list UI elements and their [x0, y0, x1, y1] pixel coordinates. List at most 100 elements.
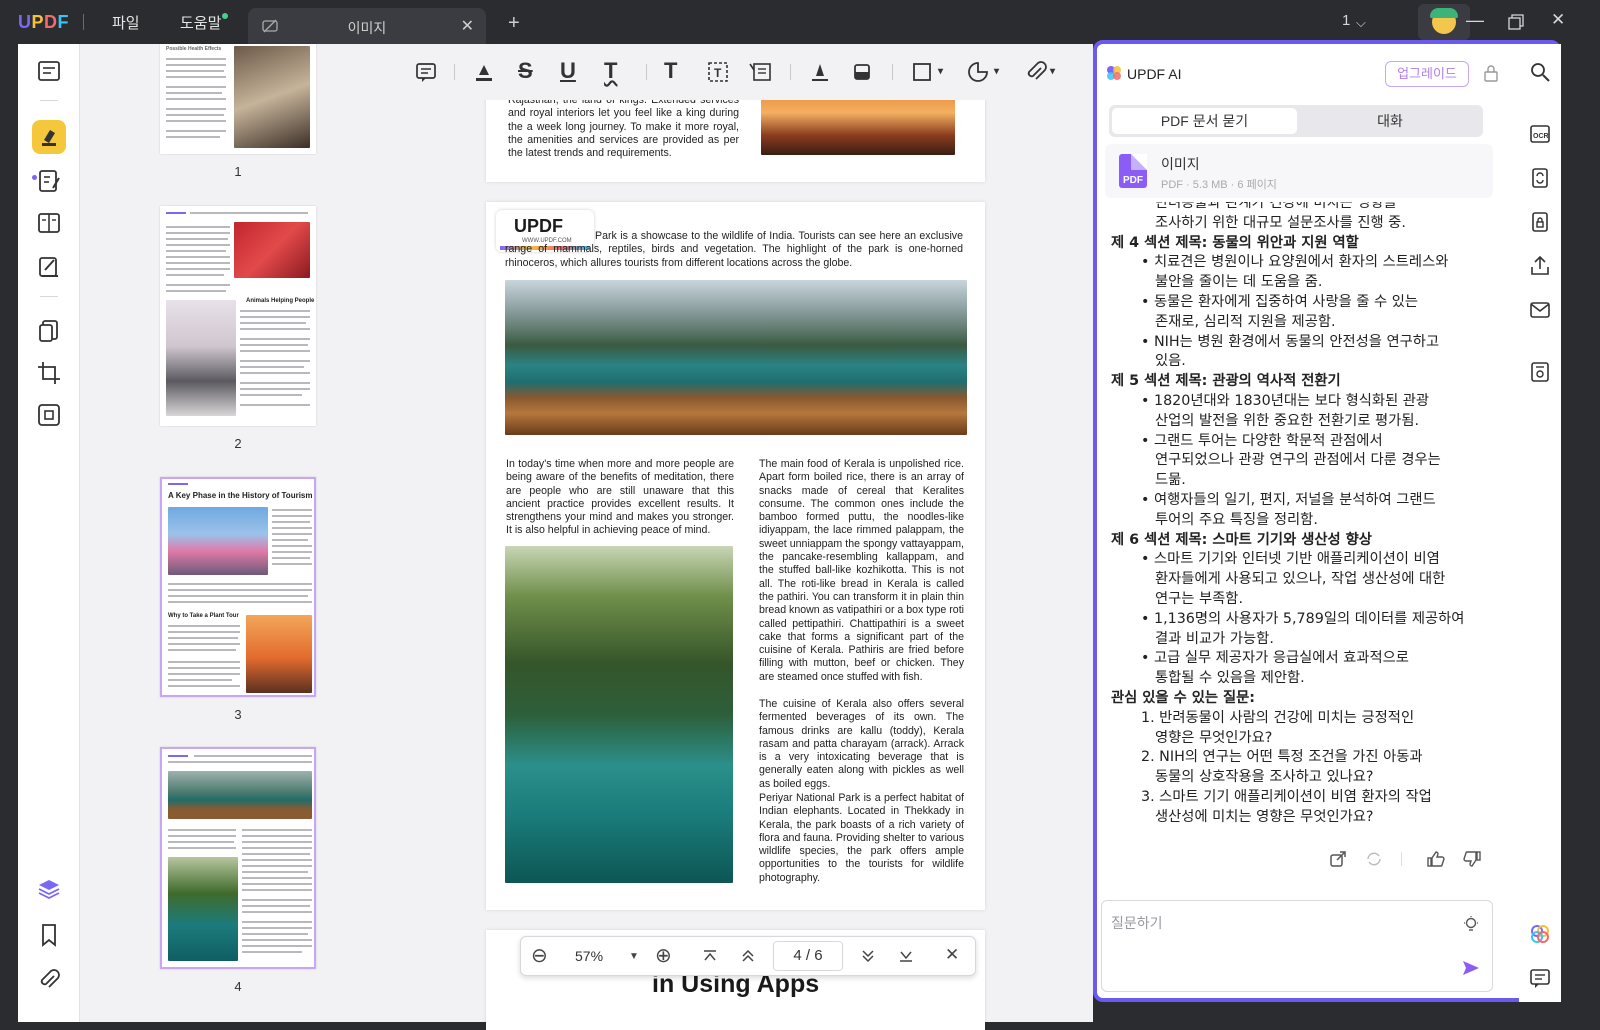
previous-page-icon[interactable] — [741, 949, 755, 963]
highlighter-icon[interactable] — [36, 124, 62, 150]
close-icon[interactable]: ✕ — [945, 945, 959, 965]
chevron-down-icon[interactable]: ▼ — [629, 951, 639, 962]
next-page-icon[interactable] — [861, 949, 875, 963]
gift-dog-image — [234, 222, 310, 278]
ai-response-line: 통합될 수 있음을 제안함. — [1155, 670, 1305, 687]
tab-chat[interactable]: 대화 — [1299, 108, 1481, 134]
crop-icon[interactable] — [36, 360, 62, 386]
close-window-icon[interactable]: ✕ — [1551, 10, 1565, 30]
minimize-icon[interactable]: — — [1466, 10, 1484, 31]
lightbulb-icon[interactable] — [1462, 915, 1480, 933]
havana-image — [168, 507, 268, 575]
bookmark-icon[interactable] — [36, 922, 62, 948]
svg-text:OCR: OCR — [1533, 133, 1549, 140]
chevron-down-icon[interactable]: ▾ — [1050, 66, 1055, 77]
save-icon[interactable] — [1528, 360, 1552, 384]
close-icon[interactable]: ✕ — [461, 16, 474, 36]
ai-response-line: • 치료견은 병원이나 요양원에서 환자의 스트레스와 — [1141, 254, 1449, 271]
user-count: 1 — [1342, 12, 1351, 29]
organize-pages-icon[interactable] — [36, 210, 62, 236]
stamp-icon[interactable] — [966, 60, 990, 84]
ai-response-line: 연구되었으나 관광 연구의 관점에서 다룬 경우는 — [1155, 452, 1441, 469]
updf-ai-icon[interactable] — [1528, 922, 1552, 946]
restore-icon[interactable] — [1508, 14, 1524, 30]
page-thumbnail-4[interactable] — [160, 747, 316, 969]
page-number-field[interactable]: 4 / 6 — [773, 941, 843, 971]
ai-file-card[interactable]: PDF 이미지 PDF · 5.3 MB · 6 페이지 — [1105, 144, 1493, 198]
divider — [40, 296, 58, 297]
email-icon[interactable] — [1528, 298, 1552, 322]
edit-pdf-icon[interactable] — [36, 168, 62, 194]
ai-response-line: 연구는 부족함. — [1155, 591, 1244, 607]
chevron-down-icon[interactable]: ▾ — [938, 66, 943, 77]
zoom-level[interactable]: 57% — [575, 948, 603, 964]
lock-icon[interactable] — [1483, 64, 1499, 82]
share-icon[interactable] — [1528, 254, 1552, 278]
upgrade-button[interactable]: 업그레이드 — [1385, 61, 1469, 87]
divider — [40, 100, 58, 101]
question-input[interactable]: 질문하기 — [1101, 900, 1493, 992]
sticky-note-icon[interactable] — [414, 60, 438, 84]
fill-sign-icon[interactable] — [36, 254, 62, 280]
ai-response-line: • 1,136명의 사용자가 5,789일의 데이터를 제공하여 — [1141, 610, 1465, 627]
file-name: 이미지 — [1161, 156, 1200, 172]
first-page-icon[interactable] — [703, 949, 717, 963]
text-icon[interactable]: T — [664, 58, 677, 84]
divider — [1401, 852, 1402, 866]
menu-help[interactable]: 도움말 — [180, 12, 221, 33]
tab-ask-pdf[interactable]: PDF 문서 묻기 — [1112, 108, 1297, 134]
left-toolbar — [18, 44, 80, 1022]
tab-title: 이미지 — [347, 20, 387, 36]
svg-text:T: T — [714, 66, 722, 80]
ai-response-line: • 스마트 기기와 인터넷 기반 애플리케이션이 비염 — [1141, 551, 1440, 568]
pencil-icon[interactable] — [808, 60, 832, 84]
last-page-icon[interactable] — [899, 949, 913, 963]
title-bar: UPDF 파일 도움말 이미지 ✕ + 1 ⌵ — ✕ — [0, 0, 1600, 44]
zoom-in-icon[interactable]: ⊕ — [655, 943, 672, 968]
reader-icon[interactable] — [36, 58, 62, 84]
search-icon[interactable] — [1528, 60, 1552, 84]
eiffel-tower-image — [246, 615, 312, 693]
ai-response-line: 결과 비교가 가능함. — [1155, 630, 1274, 647]
zoom-out-icon[interactable]: ⊖ — [531, 943, 548, 968]
squiggly-icon[interactable]: T — [604, 58, 617, 84]
protect-icon[interactable] — [1528, 210, 1552, 234]
attachment-icon[interactable] — [36, 966, 62, 992]
attachment-icon[interactable] — [1024, 60, 1048, 84]
new-tab-icon[interactable]: + — [508, 12, 520, 35]
convert-icon[interactable] — [36, 318, 62, 344]
comment-list-icon[interactable] — [1528, 966, 1552, 990]
shape-icon[interactable] — [910, 60, 934, 84]
page-thumbnail-2[interactable]: Animals Helping People — [160, 206, 316, 426]
eraser-icon[interactable] — [850, 60, 874, 84]
compress-icon[interactable] — [36, 402, 62, 428]
thumbs-up-icon[interactable] — [1427, 850, 1445, 868]
avatar[interactable] — [1418, 4, 1470, 40]
ai-response-line: 환자들에게 사용되고 있으나, 작업 생산성에 대한 — [1155, 571, 1446, 588]
text-callout-icon[interactable] — [748, 60, 772, 84]
text-box-icon[interactable]: T — [706, 60, 730, 84]
ocr-icon[interactable]: OCR — [1528, 122, 1552, 146]
page-thumbnail-3[interactable]: A Key Phase in the History of Tourism Wh… — [160, 477, 316, 697]
chevron-down-icon[interactable]: ⌵ — [1356, 15, 1366, 31]
convert-file-icon[interactable] — [1528, 166, 1552, 190]
regenerate-icon[interactable] — [1365, 850, 1383, 868]
ai-response-line: 영향은 무엇인가요? — [1155, 729, 1273, 746]
strikethrough-icon[interactable]: S — [518, 58, 533, 84]
send-icon[interactable] — [1462, 959, 1480, 977]
ai-header: UPDF AI 업그레이드 — [1097, 44, 1557, 104]
ai-response-line: 동물의 상호작용을 조사하고 있나요? — [1155, 769, 1374, 786]
chevron-down-icon[interactable]: ▾ — [994, 66, 999, 77]
highlight-icon[interactable] — [472, 60, 496, 84]
underline-icon[interactable]: U — [560, 58, 576, 84]
document-tab[interactable]: 이미지 ✕ — [248, 8, 486, 44]
thumbs-down-icon[interactable] — [1463, 850, 1481, 868]
ai-assistant-panel: UPDF AI 업그레이드 PDF 문서 묻기 대화 PDF 이미지 PDF ·… — [1093, 40, 1561, 1002]
menu-file[interactable]: 파일 — [112, 12, 140, 33]
share-icon[interactable] — [1329, 850, 1347, 868]
meditation-paragraph: In today's time when more and more peopl… — [506, 458, 734, 537]
page-thumbnail-1[interactable]: Possible Health Effects — [160, 44, 316, 154]
layers-icon[interactable] — [36, 876, 62, 902]
total-pages: 6 — [814, 947, 823, 964]
ai-response-line: 1. 반려동물이 사람의 건강에 미치는 긍정적인 — [1141, 709, 1415, 726]
